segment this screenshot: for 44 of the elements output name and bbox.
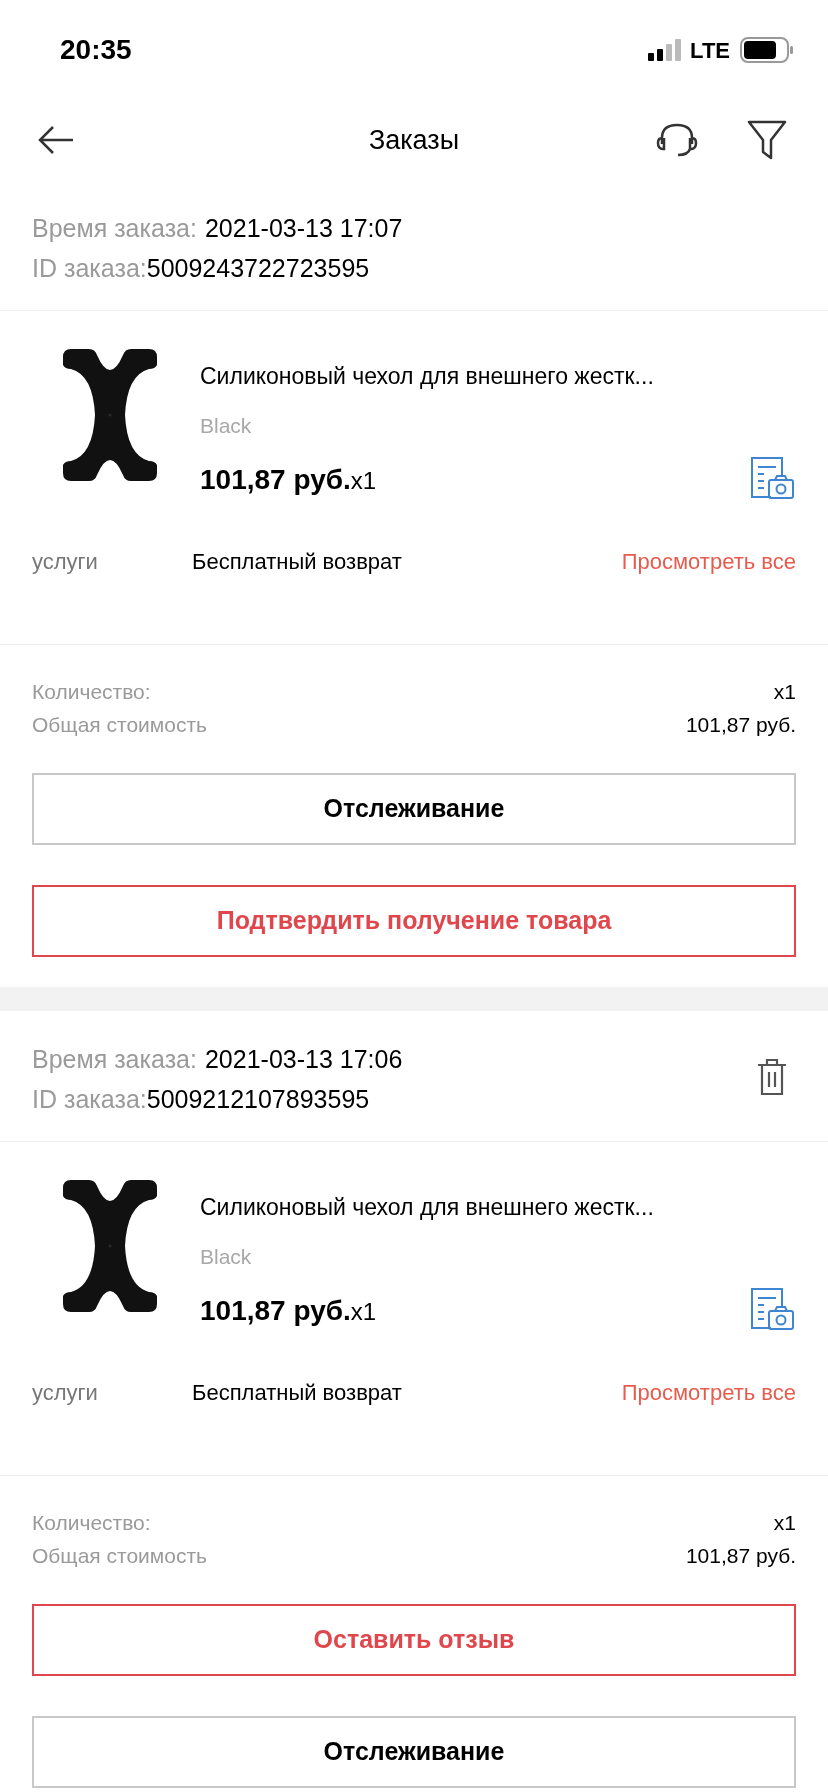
action-button[interactable]: Оставить отзыв xyxy=(32,1604,796,1676)
tracking-button[interactable]: Отслеживание xyxy=(32,773,796,845)
filter-icon[interactable] xyxy=(746,119,788,161)
order-id: 5009243722723595 xyxy=(146,253,370,284)
product-title[interactable]: Силиконовый чехол для внешнего жестк... xyxy=(200,1190,773,1225)
quantity-value: x1 xyxy=(773,679,796,705)
services-value: Бесплатный возврат xyxy=(192,548,403,576)
order-time-label: Время заказа: xyxy=(32,213,197,244)
action-button[interactable]: Подтвердить получение товара xyxy=(32,885,796,957)
order-id-label: ID заказа: xyxy=(32,253,147,284)
headset-icon[interactable] xyxy=(656,122,698,158)
back-arrow-icon[interactable] xyxy=(38,125,74,155)
quantity-label: Количество: xyxy=(32,679,151,705)
quantity-label: Количество: xyxy=(32,1510,151,1536)
trash-icon[interactable] xyxy=(756,1057,788,1097)
view-all-link[interactable]: Просмотреть все xyxy=(621,1376,796,1409)
product-title[interactable]: Силиконовый чехол для внешнего жестк... xyxy=(200,359,773,394)
services-label: услуги xyxy=(32,1379,99,1407)
product-quantity: x1 xyxy=(350,466,377,494)
order-id: 5009212107893595 xyxy=(146,1084,370,1115)
network-type: LTE xyxy=(690,36,730,65)
status-time: 20:35 xyxy=(60,33,132,67)
product-variant: Black xyxy=(200,412,253,439)
total-value: 101,87 руб. xyxy=(685,1543,796,1569)
total-value: 101,87 руб. xyxy=(685,712,796,738)
order-time-label: Время заказа: xyxy=(32,1044,197,1075)
product-price: 101,87 руб. xyxy=(200,463,351,497)
document-camera-icon[interactable] xyxy=(749,455,795,501)
product-variant: Black xyxy=(200,1243,253,1270)
quantity-value: x1 xyxy=(773,1510,796,1536)
document-camera-icon[interactable] xyxy=(749,1286,795,1332)
services-value: Бесплатный возврат xyxy=(192,1379,403,1407)
total-label: Общая стоимость xyxy=(32,1543,207,1569)
page-title: Заказы xyxy=(368,123,460,157)
product-price: 101,87 руб. xyxy=(200,1294,351,1328)
order-time: 2021-03-13 17:06 xyxy=(204,1044,403,1075)
services-label: услуги xyxy=(32,548,99,576)
view-all-link[interactable]: Просмотреть все xyxy=(621,545,796,578)
order-time: 2021-03-13 17:07 xyxy=(204,213,403,244)
battery-icon xyxy=(740,37,794,63)
total-label: Общая стоимость xyxy=(32,712,207,738)
order-id-label: ID заказа: xyxy=(32,1084,147,1115)
tracking-button[interactable]: Отслеживание xyxy=(32,1716,796,1788)
product-quantity: x1 xyxy=(350,1297,377,1325)
